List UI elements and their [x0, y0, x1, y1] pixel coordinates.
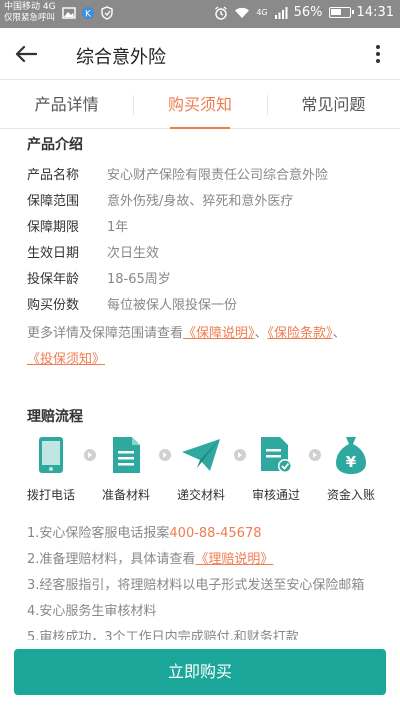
phone-icon: [39, 437, 63, 473]
claims-section-title: 理赔流程: [27, 409, 83, 425]
claims-step-desc: 4.安心服务生审核材料: [27, 604, 157, 619]
wifi-icon: [235, 7, 250, 18]
claim-step-label: 审核通过: [251, 488, 300, 502]
info-value: 1年: [107, 220, 129, 235]
info-key: 购买份数: [27, 298, 80, 313]
shield-icon: [101, 6, 113, 20]
title-bar: 综合意外险: [0, 28, 400, 80]
claim-step: ¥ 资金入账: [316, 434, 386, 503]
tab-bar: 产品详情 购买须知 常见问题: [0, 81, 400, 129]
more-details-text: 更多详情及保障范围请查看: [27, 326, 184, 341]
clock: 14:31: [356, 5, 394, 20]
claims-step-desc: 3.经客服指引，将理赔材料以电子形式发送至安心保险邮箱: [27, 578, 365, 593]
coverage-terms-link[interactable]: 《保障说明》: [183, 326, 255, 341]
claim-step: 递交材料: [166, 434, 236, 503]
claims-step-desc: 5.审核成功，3个工作日内完成赔付,和财务打款: [27, 630, 299, 640]
more-dot-icon: [376, 59, 380, 63]
claim-step-label: 拨打电话: [26, 488, 75, 502]
status-right: 4G 56% 14:31: [214, 5, 394, 20]
content-scroll-area[interactable]: 产品介绍 产品名称 安心财产保险有限责任公司综合意外险 保障范围 意外伤残/身故、猝…: [0, 130, 400, 640]
tab-product-details[interactable]: 产品详情: [0, 81, 133, 128]
more-details-line-2: 《投保须知》: [27, 348, 105, 367]
claims-step-desc: 1.安心保险客服电话报案400-88-45678: [27, 522, 262, 541]
info-row: 生效日期 次日生效: [27, 242, 159, 261]
info-key: 保障范围: [27, 194, 80, 209]
info-row: 产品名称 安心财产保险有限责任公司综合意外险: [27, 164, 328, 183]
info-key: 保障期限: [27, 220, 80, 235]
network-type: 4G: [256, 8, 268, 17]
back-arrow-icon: [15, 45, 37, 63]
info-key: 投保年龄: [27, 272, 80, 287]
paper-plane-icon: [182, 439, 220, 471]
more-details-line: 更多详情及保障范围请查看《保障说明》、《保险条款》、: [27, 322, 346, 341]
claims-step-desc: 2.准备理赔材料，具体请查看《理赔说明》: [27, 548, 273, 567]
info-key: 生效日期: [27, 246, 80, 261]
claim-step: 拨打电话: [16, 434, 86, 503]
policy-clauses-link[interactable]: 《保险条款》: [268, 326, 333, 341]
hotline-number[interactable]: 400-88-45678: [169, 526, 261, 541]
battery-percent: 56%: [293, 5, 323, 20]
claim-step-label: 递交材料: [176, 488, 225, 502]
more-options-button[interactable]: [370, 40, 386, 68]
notification-icons: K: [62, 6, 114, 20]
carrier-info: 中国移动 4G 仅限紧急呼叫: [4, 2, 56, 24]
bottom-bar: 立即购买: [0, 640, 400, 711]
info-row: 保障期限 1年: [27, 216, 128, 235]
money-bag-icon: ¥: [336, 437, 366, 474]
status-bar: 中国移动 4G 仅限紧急呼叫 K 4G 56% 14:31: [0, 0, 400, 28]
image-icon: [62, 7, 76, 19]
info-row: 保障范围 意外伤残/身故、猝死和意外医疗: [27, 190, 293, 209]
more-dot-icon: [376, 52, 380, 56]
signal-icon: [274, 6, 288, 19]
back-button[interactable]: [10, 38, 42, 70]
claims-step-text: 1.安心保险客服电话报案: [27, 526, 170, 541]
info-key: 产品名称: [27, 168, 80, 183]
info-value: 意外伤残/身故、猝死和意外医疗: [107, 194, 294, 209]
insurance-notice-link[interactable]: 《投保须知》: [27, 352, 105, 367]
info-row: 购买份数 每位被保人限投保一份: [27, 294, 237, 313]
claim-step: 准备材料: [91, 434, 161, 503]
approved-doc-icon: [261, 437, 292, 473]
tab-purchase-notes[interactable]: 购买须知: [133, 81, 266, 129]
info-value: 18-65周岁: [107, 272, 171, 287]
tab-faq[interactable]: 常见问题: [266, 81, 400, 128]
alarm-icon: [215, 5, 228, 20]
buy-now-button[interactable]: 立即购买: [14, 649, 386, 695]
battery-icon: [328, 7, 354, 18]
carrier-name: 中国移动 4G: [4, 2, 56, 12]
more-dot-icon: [376, 45, 380, 49]
info-value: 每位被保人限投保一份: [107, 298, 238, 313]
page-title: 综合意外险: [76, 47, 166, 68]
svg-text:¥: ¥: [346, 453, 357, 471]
claim-step: 审核通过: [241, 434, 311, 503]
claims-step-text: 2.准备理赔材料，具体请查看: [27, 552, 196, 567]
separator: 、: [332, 326, 346, 341]
claim-step-label: 准备材料: [101, 488, 150, 502]
document-icon: [113, 437, 140, 473]
claim-guide-link[interactable]: 《理赔说明》: [195, 552, 273, 567]
battery-fill: [330, 9, 341, 15]
emergency-only-text: 仅限紧急呼叫: [4, 13, 56, 23]
separator: 、: [254, 326, 268, 341]
info-value: 安心财产保险有限责任公司综合意外险: [107, 168, 329, 183]
claim-step-label: 资金入账: [326, 488, 375, 502]
app-k-icon: K: [82, 7, 94, 20]
intro-section-title: 产品介绍: [27, 137, 83, 153]
info-row: 投保年龄 18-65周岁: [27, 268, 171, 287]
info-value: 次日生效: [107, 246, 160, 261]
claims-steps: 拨打电话 准备材料 递交材料 审核通过 ¥ 资金入账: [16, 434, 386, 512]
